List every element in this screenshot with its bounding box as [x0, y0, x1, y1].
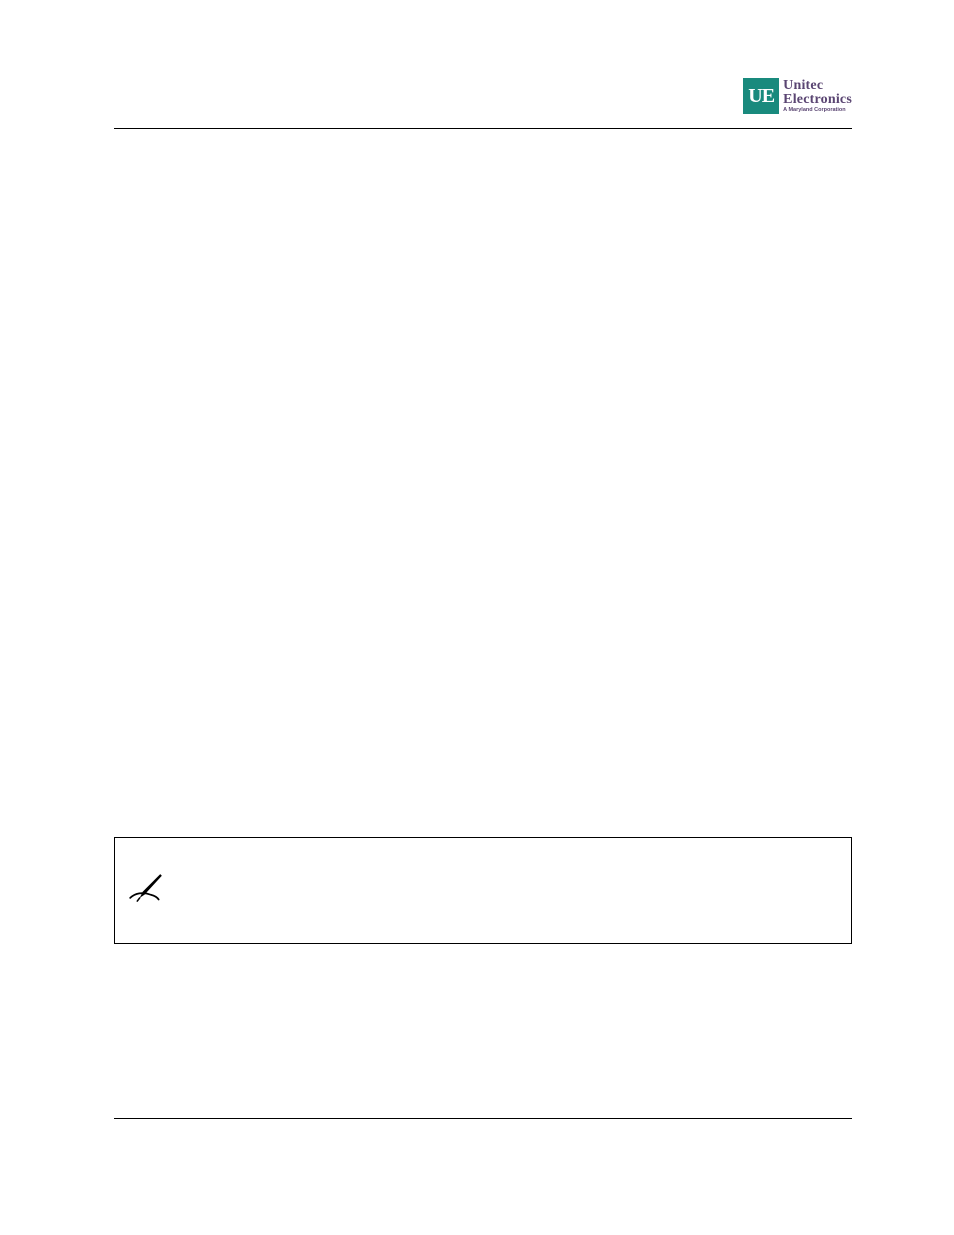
logo-word-bottom: Electronics — [783, 93, 852, 107]
logo-square: UE — [743, 78, 779, 114]
pen-writing-icon — [127, 874, 165, 906]
logo-word-top: Unitec — [783, 79, 852, 93]
note-box — [114, 837, 852, 944]
header-logo-block: UE Unitec Electronics A Maryland Corpora… — [743, 78, 852, 114]
header-rule — [114, 128, 852, 129]
logo-tagline: A Maryland Corporation — [783, 108, 852, 114]
document-page: UE Unitec Electronics A Maryland Corpora… — [0, 0, 954, 1235]
logo-square-text: UE — [748, 85, 774, 108]
footer-rule — [114, 1118, 852, 1119]
logo-wordmark: Unitec Electronics A Maryland Corporatio… — [783, 79, 852, 114]
